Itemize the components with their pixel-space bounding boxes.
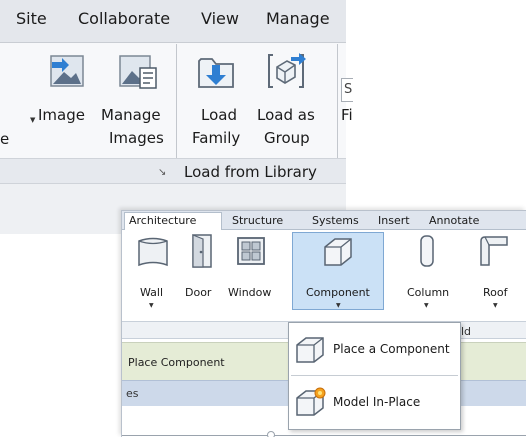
status-text: Place Component [128, 356, 225, 369]
component-button[interactable]: Component ▼ [293, 233, 383, 311]
door-label: Door [185, 286, 212, 299]
image-icon [48, 53, 88, 95]
load-as-group-label-line2: Group [264, 129, 310, 147]
bottom-ribbon: Architecture Structure Systems Insert An… [121, 210, 526, 437]
bottom-ribbon-tabbar: Architecture Structure Systems Insert An… [122, 211, 526, 231]
manage-images-icon [117, 53, 159, 95]
column-button[interactable]: Column ▼ [399, 233, 455, 311]
cut-off-input[interactable]: S [341, 78, 353, 102]
chevron-down-icon: ▼ [493, 302, 498, 309]
tab-systems[interactable]: Systems [312, 214, 359, 227]
chevron-down-icon: ▼ [424, 302, 429, 309]
wall-label: Wall [140, 286, 164, 299]
component-icon [321, 235, 355, 273]
door-icon [188, 233, 216, 273]
component-dropdown-menu: Place a Component Model In-Place [288, 322, 461, 430]
chevron-down-icon: ▼ [30, 116, 36, 124]
top-ribbon: Site Collaborate View Manage e ▼ Image M… [0, 0, 353, 234]
panel-label-fragment: ld [461, 325, 472, 338]
manage-images-label-line2: Images [109, 129, 164, 147]
chevron-down-icon: ▼ [149, 302, 154, 309]
component-label: Component [306, 286, 370, 299]
model-in-place-label: Model In-Place [333, 395, 421, 409]
column-icon [416, 233, 438, 273]
roof-button[interactable]: Roof ▼ [471, 233, 517, 311]
tab-annotate[interactable]: Annotate [429, 214, 479, 227]
resize-handle[interactable] [267, 431, 275, 437]
model-in-place-icon [293, 387, 327, 423]
tab-manage[interactable]: Manage [266, 9, 330, 28]
place-component-icon [293, 334, 327, 370]
model-in-place-menu-item[interactable]: Model In-Place [289, 378, 460, 428]
cut-off-label: Fi [341, 106, 353, 124]
window-label: Window [228, 286, 272, 299]
tab-insert[interactable]: Insert [378, 214, 410, 227]
load-family-icon [196, 51, 236, 95]
image-button[interactable]: Image [38, 46, 96, 156]
load-as-group-button[interactable]: Load as Group [254, 46, 324, 156]
load-as-group-label-line1: Load as [257, 106, 315, 124]
load-as-group-icon [265, 49, 309, 95]
tab-view[interactable]: View [201, 9, 239, 28]
tab-collaborate[interactable]: Collaborate [78, 9, 170, 28]
load-from-library-panel-label: Load from Library [184, 163, 317, 181]
cut-off-button-label: e [0, 130, 10, 148]
properties-strip-text: es [126, 387, 139, 400]
dialog-launcher-icon[interactable]: ↘ [158, 167, 166, 178]
window-icon [235, 235, 267, 271]
window-button[interactable]: Window [226, 233, 276, 311]
chevron-down-icon: ▼ [336, 302, 341, 309]
load-family-button[interactable]: Load Family [186, 46, 246, 156]
image-label: Image [38, 106, 85, 124]
manage-images-label-line1: Manage [101, 106, 161, 124]
load-family-label-line1: Load [201, 106, 237, 124]
place-a-component-label: Place a Component [333, 342, 450, 356]
tab-architecture[interactable]: Architecture [129, 214, 196, 227]
load-family-label-line2: Family [192, 129, 241, 147]
wall-icon [136, 235, 170, 273]
menu-separator [291, 375, 458, 376]
column-label: Column [407, 286, 450, 299]
roof-icon [477, 233, 511, 273]
top-ribbon-tabbar: Site Collaborate View Manage [0, 0, 346, 42]
manage-images-button[interactable]: Manage Images [101, 46, 167, 156]
door-button[interactable]: Door [180, 233, 220, 311]
roof-label: Roof [483, 286, 508, 299]
divider [122, 435, 526, 436]
tab-site[interactable]: Site [16, 9, 47, 28]
tab-structure[interactable]: Structure [232, 214, 283, 227]
wall-button[interactable]: Wall ▼ [130, 233, 174, 311]
place-a-component-menu-item[interactable]: Place a Component [289, 325, 460, 375]
